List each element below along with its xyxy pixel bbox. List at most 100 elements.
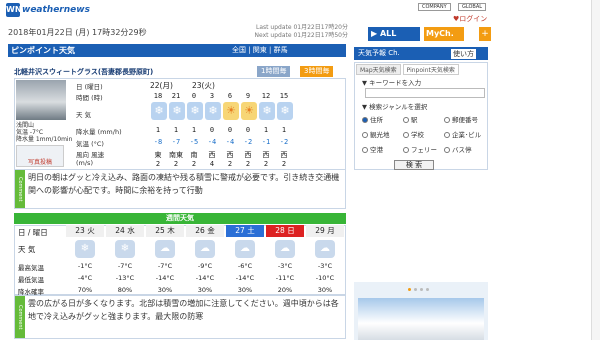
temp-cell: -5 bbox=[189, 138, 199, 146]
mych-button[interactable]: MyCh. bbox=[424, 27, 464, 41]
wind-speed-cell: 2 bbox=[281, 160, 287, 168]
radio-icon[interactable] bbox=[362, 132, 368, 138]
tab-3h[interactable]: 3時間毎 bbox=[300, 66, 334, 77]
week-pop-0: 70% bbox=[77, 286, 93, 294]
radio-icon[interactable] bbox=[362, 147, 368, 153]
genre-label: ▼ 検索ジャンルを選択 bbox=[362, 103, 428, 111]
week-day-6: 29 月 bbox=[306, 225, 344, 237]
hour-cell: 15 bbox=[279, 92, 289, 100]
weather-icon: ❄ bbox=[169, 102, 185, 120]
week-min-4: -14°C bbox=[235, 274, 255, 282]
wind-dir-cell: 西 bbox=[280, 151, 288, 159]
genre-option[interactable]: フェリー bbox=[403, 144, 437, 154]
week-min-0: -4°C bbox=[77, 274, 93, 282]
genre-option-label: 郵便番号 bbox=[452, 116, 478, 124]
row-weather-label: 天 気 bbox=[76, 111, 92, 119]
weather-icon: ☀ bbox=[223, 102, 239, 120]
wind-speed-cell: 2 bbox=[173, 160, 179, 168]
company-link[interactable]: COMPANY bbox=[418, 3, 451, 11]
row-date-label: 日 (曜日) bbox=[76, 83, 103, 91]
genre-option-label: バス停 bbox=[452, 146, 472, 154]
region-breadcrumb[interactable]: 全国 | 関東 | 群馬 bbox=[232, 44, 288, 57]
week-max-0: -1°C bbox=[77, 262, 93, 270]
carousel-dot[interactable] bbox=[414, 288, 417, 291]
webcam-info: 浅間山 気温 -7°C 降水量 1mm/10min bbox=[16, 122, 72, 143]
radio-icon[interactable] bbox=[444, 147, 450, 153]
row-time-label: 時間 (時) bbox=[76, 94, 103, 102]
hour-cell: 18 bbox=[153, 92, 163, 100]
week-max-3: -9°C bbox=[197, 262, 213, 270]
scrollbar[interactable] bbox=[591, 0, 600, 340]
radio-icon[interactable] bbox=[403, 132, 409, 138]
week-min-3: -14°C bbox=[195, 274, 215, 282]
hour-cell: 21 bbox=[171, 92, 181, 100]
radio-icon[interactable] bbox=[403, 147, 409, 153]
wind-speed-cell: 2 bbox=[263, 160, 269, 168]
carousel-dot[interactable] bbox=[408, 288, 411, 291]
all-channel-button[interactable]: ▶ ALL Channel bbox=[368, 27, 420, 52]
week-max-label: 最高気温 bbox=[18, 264, 44, 272]
ad-image[interactable] bbox=[358, 298, 484, 340]
global-link[interactable]: GLOBAL bbox=[458, 3, 487, 11]
tab-1h[interactable]: 1時間毎 bbox=[257, 66, 291, 77]
add-channel-button[interactable]: + bbox=[479, 27, 491, 41]
cam-temp: 気温 -7°C bbox=[16, 129, 44, 136]
weather-icon: ☁ bbox=[235, 240, 255, 258]
weather-icon: ☁ bbox=[155, 240, 175, 258]
search-tabs: Map天気検索 Pinpoint天気検索 bbox=[356, 64, 459, 75]
week-pop-4: 30% bbox=[237, 286, 253, 294]
rain-cell: 0 bbox=[245, 126, 251, 134]
radio-icon[interactable] bbox=[362, 117, 368, 123]
photo-post-button[interactable]: 写真投稿 bbox=[28, 157, 52, 166]
week-pop-1: 80% bbox=[117, 286, 133, 294]
search-button[interactable]: 検 索 bbox=[394, 160, 434, 170]
row-rain-label: 降水量 (mm/h) bbox=[76, 128, 122, 136]
genre-option[interactable]: 観光地 bbox=[362, 129, 390, 139]
weather-icon: ☁ bbox=[315, 240, 335, 258]
tab-3h-label: 3時間毎 bbox=[304, 67, 330, 75]
genre-option[interactable]: 学校 bbox=[403, 129, 424, 139]
cam-rain: 降水量 1mm/10min bbox=[16, 136, 73, 143]
genre-option[interactable]: 駅 bbox=[403, 114, 418, 124]
genre-option[interactable]: 住所 bbox=[362, 114, 383, 124]
place-name: 北軽井沢スウィートグラス(吾妻郡長野原町) bbox=[14, 68, 154, 76]
rain-cell: 1 bbox=[173, 126, 179, 134]
wind-speed-cell: 2 bbox=[227, 160, 233, 168]
tab-map-search[interactable]: Map天気検索 bbox=[356, 64, 401, 75]
genre-option[interactable]: 空港 bbox=[362, 144, 383, 154]
week-min-1: -13°C bbox=[115, 274, 135, 282]
wind-speed-cell: 2 bbox=[191, 160, 197, 168]
carousel-dot[interactable] bbox=[426, 288, 429, 291]
radio-icon[interactable] bbox=[403, 117, 409, 123]
tab-pinpoint-search[interactable]: Pinpoint天気検索 bbox=[402, 64, 459, 75]
howto-link[interactable]: 使い方 bbox=[451, 49, 476, 59]
genre-option[interactable]: バス停 bbox=[444, 144, 472, 154]
week-min-2: -14°C bbox=[155, 274, 175, 282]
week-day-2: 25 木 bbox=[146, 225, 184, 237]
week-max-6: -3°C bbox=[317, 262, 333, 270]
week-day-label: 日 / 曜日 bbox=[18, 228, 48, 237]
hour-cell: 9 bbox=[245, 92, 251, 100]
carousel-dot[interactable] bbox=[420, 288, 423, 291]
login-link[interactable]: ♥ログイン bbox=[453, 14, 487, 24]
row-temp-label: 気温 (°C) bbox=[76, 140, 104, 148]
temp-cell: -2 bbox=[243, 138, 253, 146]
genre-option-label: フェリー bbox=[411, 146, 437, 154]
radio-icon[interactable] bbox=[444, 132, 450, 138]
week-max-1: -7°C bbox=[117, 262, 133, 270]
genre-option[interactable]: 郵便番号 bbox=[444, 114, 478, 124]
weekly-title: 週間天気 bbox=[14, 213, 346, 224]
weather-icon: ❄ bbox=[259, 102, 275, 120]
wind-dir-cell: 南 bbox=[190, 151, 198, 159]
keyword-input[interactable] bbox=[365, 88, 485, 98]
wind-dir-cell: 西 bbox=[244, 151, 252, 159]
logo-text[interactable]: weathernews bbox=[22, 5, 90, 15]
keyword-label: ▼ キーワードを入力 bbox=[362, 79, 422, 87]
week-pop-6: 30% bbox=[317, 286, 333, 294]
radio-icon[interactable] bbox=[444, 117, 450, 123]
genre-option[interactable]: 企業･ビル bbox=[444, 129, 481, 139]
logo-mark[interactable]: WN bbox=[6, 3, 22, 17]
update-times: Last update 01月22日17時20分 Next update 01月… bbox=[230, 24, 348, 40]
wind-dir-cell: 南東 bbox=[169, 151, 183, 159]
webcam-image[interactable] bbox=[16, 80, 66, 120]
